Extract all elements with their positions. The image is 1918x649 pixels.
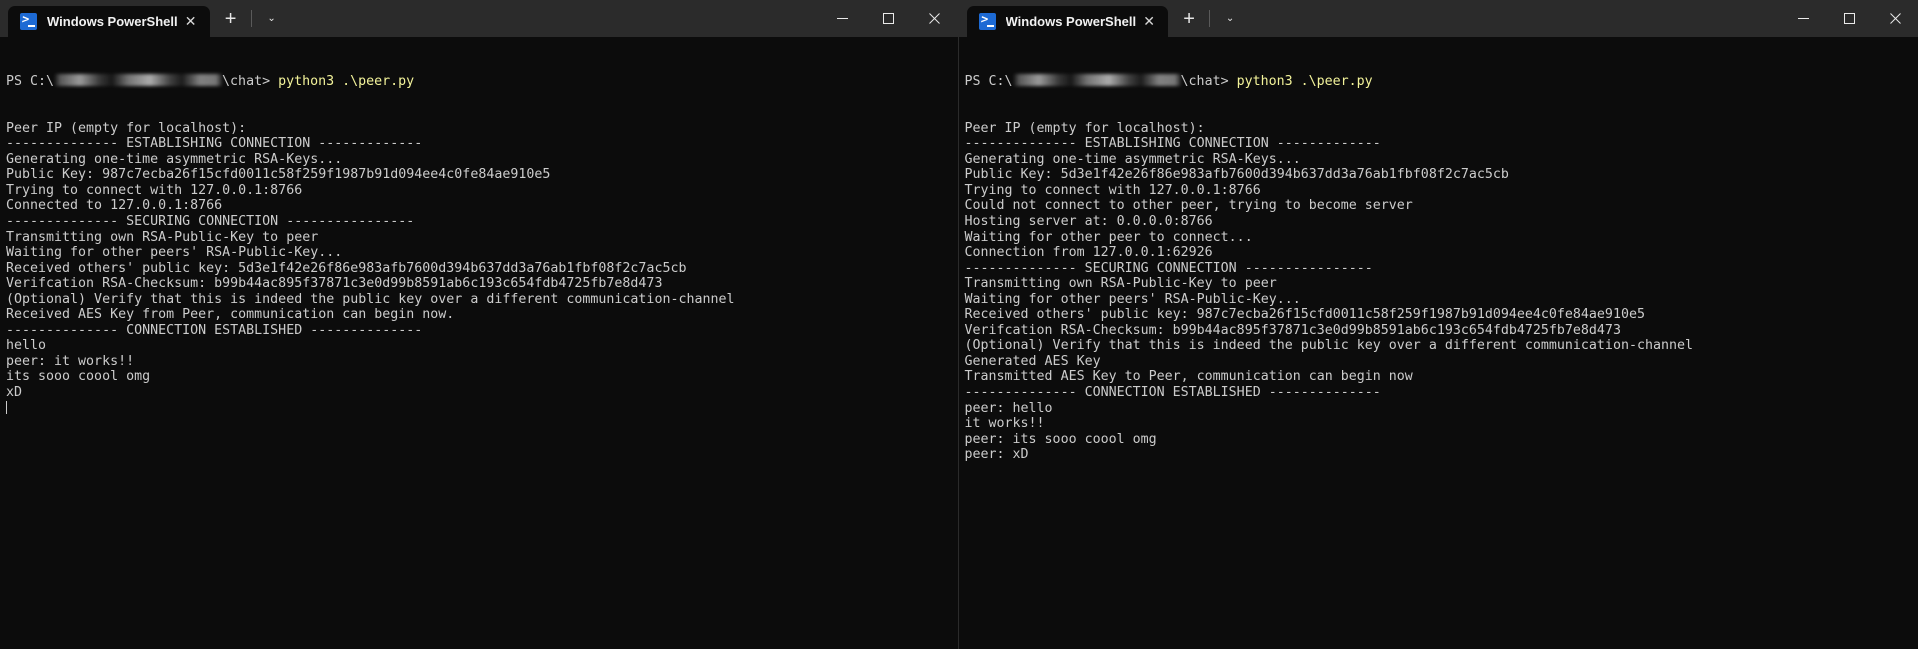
redacted-path	[54, 74, 222, 86]
powershell-icon	[979, 13, 996, 30]
terminal-line: Transmitting own RSA-Public-Key to peer	[965, 276, 1918, 292]
terminal-line: Waiting for other peer to connect...	[965, 230, 1918, 246]
terminal-output-left: PS C:\ \chat> python3 .\peer.py Peer IP (…	[6, 43, 958, 447]
maximize-icon[interactable]	[866, 0, 912, 37]
terminal-line: peer: it works!!	[6, 354, 958, 370]
terminal-line: Generated AES Key	[965, 354, 1918, 370]
tab-actions-left: + ⌄	[210, 0, 289, 37]
prompt-suffix: \chat>	[222, 74, 278, 89]
desktop: Windows PowerShell ✕ + ⌄	[0, 0, 1918, 649]
terminal-line: -------------- SECURING CONNECTION -----…	[965, 261, 1918, 277]
terminal-line: -------------- SECURING CONNECTION -----…	[6, 214, 958, 230]
terminal-window-left: Windows PowerShell ✕ + ⌄	[0, 0, 958, 649]
terminal-line: Verifcation RSA-Checksum: b99b44ac895f37…	[6, 276, 958, 292]
prompt-line: PS C:\ \chat> python3 .\peer.py	[6, 74, 958, 90]
titlebar-right[interactable]: Windows PowerShell ✕ + ⌄	[959, 0, 1918, 37]
terminal-line: Transmitted AES Key to Peer, communicati…	[965, 369, 1918, 385]
close-window-icon[interactable]	[1872, 0, 1918, 37]
window-controls-right	[1780, 0, 1918, 37]
terminal-window-right: Windows PowerShell ✕ + ⌄	[958, 0, 1918, 649]
terminal-line: xD	[6, 385, 958, 401]
minimize-icon[interactable]	[1780, 0, 1826, 37]
terminal-line: Received others' public key: 987c7ecba26…	[965, 307, 1918, 323]
terminal-line: Peer IP (empty for localhost):	[6, 121, 958, 137]
terminal-line: -------------- CONNECTION ESTABLISHED --…	[965, 385, 1918, 401]
terminal-line: (Optional) Verify that this is indeed th…	[965, 338, 1918, 354]
prompt-command: python3 .\peer.py	[1237, 74, 1373, 89]
prompt-prefix: PS C:\	[965, 74, 1013, 89]
terminal-line: Public Key: 5d3e1f42e26f86e983afb7600d39…	[965, 167, 1918, 183]
terminal-caret	[6, 401, 958, 417]
maximize-icon[interactable]	[1826, 0, 1872, 37]
terminal-line: Could not connect to other peer, trying …	[965, 198, 1918, 214]
terminal-output-right: PS C:\ \chat> python3 .\peer.py Peer IP (…	[965, 43, 1918, 494]
chevron-down-icon[interactable]: ⌄	[255, 4, 289, 34]
terminal-line: Waiting for other peers' RSA-Public-Key.…	[965, 292, 1918, 308]
terminal-line: Hosting server at: 0.0.0.0:8766	[965, 214, 1918, 230]
output-lines-left: Peer IP (empty for localhost):----------…	[6, 121, 958, 416]
tab-title-label: Windows PowerShell	[47, 14, 178, 29]
terminal-body-right[interactable]: PS C:\ \chat> python3 .\peer.py Peer IP (…	[959, 37, 1918, 649]
terminal-line: -------------- CONNECTION ESTABLISHED --…	[6, 323, 958, 339]
terminal-line: hello	[6, 338, 958, 354]
output-lines-right: Peer IP (empty for localhost):----------…	[965, 121, 1918, 463]
close-icon[interactable]: ✕	[178, 9, 204, 35]
tab-powershell-right[interactable]: Windows PowerShell ✕	[967, 6, 1169, 37]
prompt-suffix: \chat>	[1181, 74, 1237, 89]
titlebar-left[interactable]: Windows PowerShell ✕ + ⌄	[0, 0, 958, 37]
tab-powershell-left[interactable]: Windows PowerShell ✕	[8, 6, 210, 37]
terminal-line: peer: hello	[965, 401, 1918, 417]
terminal-line: Peer IP (empty for localhost):	[965, 121, 1918, 137]
terminal-line: (Optional) Verify that this is indeed th…	[6, 292, 958, 308]
minimize-icon[interactable]	[820, 0, 866, 37]
new-tab-icon[interactable]: +	[214, 4, 248, 34]
prompt-line: PS C:\ \chat> python3 .\peer.py	[965, 74, 1918, 90]
new-tab-icon[interactable]: +	[1172, 4, 1206, 34]
prompt-prefix: PS C:\	[6, 74, 54, 89]
tab-title-label: Windows PowerShell	[1006, 14, 1137, 29]
terminal-line: Received AES Key from Peer, communicatio…	[6, 307, 958, 323]
terminal-line: Generating one-time asymmetric RSA-Keys.…	[6, 152, 958, 168]
terminal-line: peer: its sooo coool omg	[965, 432, 1918, 448]
terminal-line: Transmitting own RSA-Public-Key to peer	[6, 230, 958, 246]
terminal-line: -------------- ESTABLISHING CONNECTION -…	[6, 136, 958, 152]
toolbar-divider	[1209, 10, 1210, 27]
toolbar-divider	[251, 10, 252, 27]
terminal-line: Connected to 127.0.0.1:8766	[6, 198, 958, 214]
terminal-line: Received others' public key: 5d3e1f42e26…	[6, 261, 958, 277]
terminal-line: it works!!	[965, 416, 1918, 432]
close-icon[interactable]: ✕	[1136, 9, 1162, 35]
terminal-line: Public Key: 987c7ecba26f15cfd0011c58f259…	[6, 167, 958, 183]
terminal-line: Trying to connect with 127.0.0.1:8766	[965, 183, 1918, 199]
terminal-line: Connection from 127.0.0.1:62926	[965, 245, 1918, 261]
terminal-line: -------------- ESTABLISHING CONNECTION -…	[965, 136, 1918, 152]
tab-strip-left: Windows PowerShell ✕ + ⌄	[0, 0, 820, 37]
powershell-icon	[20, 13, 37, 30]
terminal-line: peer: xD	[965, 447, 1918, 463]
terminal-line: Verifcation RSA-Checksum: b99b44ac895f37…	[965, 323, 1918, 339]
terminal-line: Waiting for other peers' RSA-Public-Key.…	[6, 245, 958, 261]
prompt-command: python3 .\peer.py	[278, 74, 414, 89]
window-controls-left	[820, 0, 958, 37]
redacted-path	[1013, 74, 1181, 86]
chevron-down-icon[interactable]: ⌄	[1213, 4, 1247, 34]
terminal-body-left[interactable]: PS C:\ \chat> python3 .\peer.py Peer IP (…	[0, 37, 958, 649]
terminal-line: its sooo coool omg	[6, 369, 958, 385]
tab-strip-right: Windows PowerShell ✕ + ⌄	[959, 0, 1781, 37]
close-window-icon[interactable]	[912, 0, 958, 37]
terminal-line: Trying to connect with 127.0.0.1:8766	[6, 183, 958, 199]
tab-actions-right: + ⌄	[1168, 0, 1247, 37]
terminal-line: Generating one-time asymmetric RSA-Keys.…	[965, 152, 1918, 168]
